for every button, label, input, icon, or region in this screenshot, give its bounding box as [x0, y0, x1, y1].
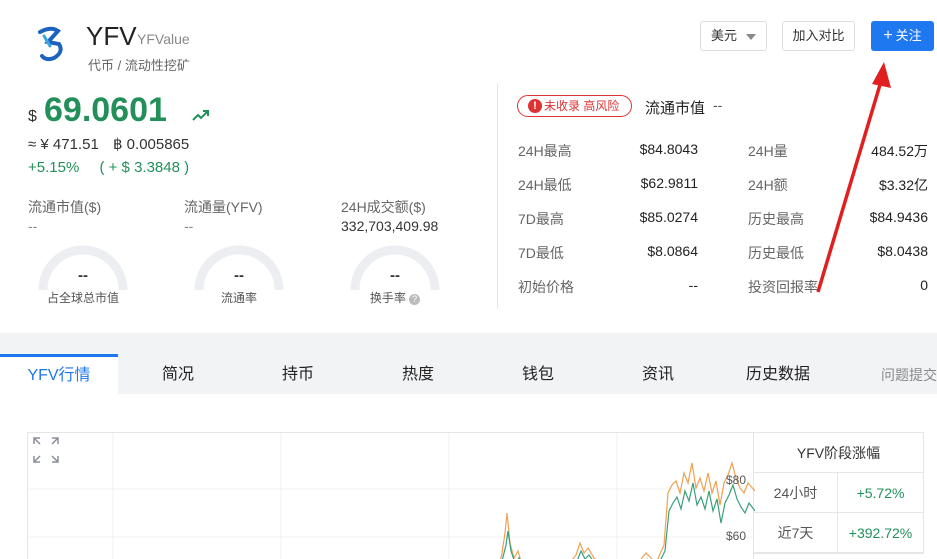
help-icon[interactable]: ? — [409, 294, 421, 305]
gauge-turnover-rate-label-wrap: 换手率 ? — [340, 289, 450, 306]
current-price: 69.0601 — [44, 91, 167, 129]
volume-24h-label: 24H成交额($) — [341, 199, 426, 215]
plus-icon: + — [883, 27, 893, 44]
follow-button-label: 关注 — [895, 28, 922, 43]
price-change-amount: ( + $ 3.3848 ) — [99, 159, 190, 176]
initial-price-label: 初始价格 — [518, 279, 574, 295]
risk-badge-label: 未收录 高风险 — [544, 99, 620, 113]
volume-24h-value: 332,703,409.98 — [341, 218, 439, 234]
high-7d-value: $85.0274 — [639, 209, 698, 225]
period-label: 24小时 — [754, 473, 838, 512]
period-change-table: YFV阶段涨幅 24小时 +5.72% 近7天 +392.72% — [754, 432, 924, 554]
gauge-turnover-rate-value: -- — [390, 267, 400, 284]
table-row: 近7天 +392.72% — [754, 513, 923, 553]
tab-holders[interactable]: 持币 — [238, 354, 358, 394]
price-change-percent: +5.15% — [28, 159, 80, 176]
section-separator — [0, 333, 937, 354]
volume-24h-units-value: 484.52万 — [871, 143, 928, 159]
yfv-logo-icon — [38, 26, 63, 62]
period-label: 近7天 — [754, 513, 838, 552]
high-7d-label: 7D最高 — [518, 211, 564, 227]
roi-label: 投资回报率 — [748, 279, 818, 295]
period-change-title: YFV阶段涨幅 — [754, 433, 923, 473]
all-time-high-value: $84.9436 — [869, 209, 928, 225]
low-24h-value: $62.9811 — [640, 175, 698, 191]
chevron-down-icon — [746, 34, 756, 40]
tab-overview[interactable]: 简况 — [118, 354, 238, 394]
low-7d-label: 7D最低 — [518, 245, 564, 261]
price-currency-symbol: $ — [28, 108, 37, 125]
volume-24h-units-label: 24H量 — [748, 143, 788, 159]
circulating-market-cap-title: 流通市值 — [645, 100, 706, 117]
tab-history[interactable]: 历史数据 — [718, 354, 838, 394]
expand-icon[interactable] — [33, 437, 59, 463]
price-line-green — [501, 482, 756, 559]
market-cap-label: 流通市值($) — [28, 199, 102, 215]
tab-popularity[interactable]: 热度 — [358, 354, 478, 394]
amount-24h-label: 24H额 — [748, 177, 788, 193]
alert-icon: ! — [528, 99, 542, 113]
high-24h-label: 24H最高 — [518, 143, 572, 159]
price-change: +5.15% ( + $ 3.3848 ) — [28, 159, 189, 176]
price-chart[interactable] — [27, 432, 756, 559]
low-7d-value: $8.0864 — [647, 243, 698, 259]
initial-price-value: -- — [688, 277, 698, 293]
tab-market[interactable]: YFV行情 — [0, 354, 118, 394]
gauge-circulation-rate-label: 流通率 — [220, 291, 257, 305]
high-24h-value: $84.8043 — [639, 141, 698, 157]
currency-select[interactable]: 美元 — [700, 21, 767, 51]
price-conversions: ≈ ¥ 471.51 ฿ 0.005865 — [28, 135, 199, 153]
circulating-supply-label: 流通量(YFV) — [184, 199, 263, 215]
table-row: 24小时 +5.72% — [754, 473, 923, 513]
gauge-market-share-label: 占全球总市值 — [46, 291, 119, 305]
all-time-high-label: 历史最高 — [748, 211, 804, 227]
period-value: +392.72% — [848, 525, 913, 541]
all-time-low-value: $8.0438 — [877, 243, 928, 259]
gauge-turnover-rate-label: 换手率 — [369, 291, 406, 305]
circulating-supply-value: -- — [184, 218, 194, 234]
y-tick-80: $80 — [726, 473, 747, 487]
price-cny: ≈ ¥ 471.51 — [28, 136, 99, 153]
follow-button[interactable]: + 关注 — [871, 21, 934, 51]
vertical-divider — [497, 83, 498, 309]
market-cap-value: -- — [28, 218, 38, 234]
price-chart-svg — [28, 433, 756, 559]
period-value: +5.72% — [856, 485, 905, 501]
tab-bar: YFV行情 简况 持币 热度 钱包 资讯 历史数据 问题提交 — [0, 354, 937, 394]
tab-news[interactable]: 资讯 — [598, 354, 718, 394]
low-24h-label: 24H最低 — [518, 177, 572, 193]
price-line-orange — [500, 460, 756, 559]
price-btc: ฿ 0.005865 — [112, 136, 190, 153]
risk-badge[interactable]: ! 未收录 高风险 — [517, 95, 632, 117]
gauge-market-share-value: -- — [78, 267, 88, 284]
y-tick-60: $60 — [726, 529, 747, 543]
feedback-link[interactable]: 问题提交 — [881, 354, 937, 394]
gauge-circulation-rate-value: -- — [234, 267, 244, 284]
coin-full-name: YFValue — [137, 31, 190, 47]
tab-wallet[interactable]: 钱包 — [478, 354, 598, 394]
coin-symbol: YFV — [86, 21, 137, 51]
all-time-low-label: 历史最低 — [748, 245, 804, 261]
add-compare-button[interactable]: 加入对比 — [782, 21, 855, 51]
amount-24h-value: $3.32亿 — [878, 177, 928, 193]
trend-up-icon — [192, 110, 209, 121]
circulating-market-cap-value: -- — [713, 97, 723, 113]
coin-detail-page: YFV YFValue 代币 / 流动性挖矿 美元 加入对比 + 关注 $ 69.… — [0, 0, 937, 559]
currency-select-label: 美元 — [711, 28, 738, 43]
coin-tags[interactable]: 代币 / 流动性挖矿 — [88, 55, 190, 74]
roi-value: 0 — [920, 277, 928, 293]
